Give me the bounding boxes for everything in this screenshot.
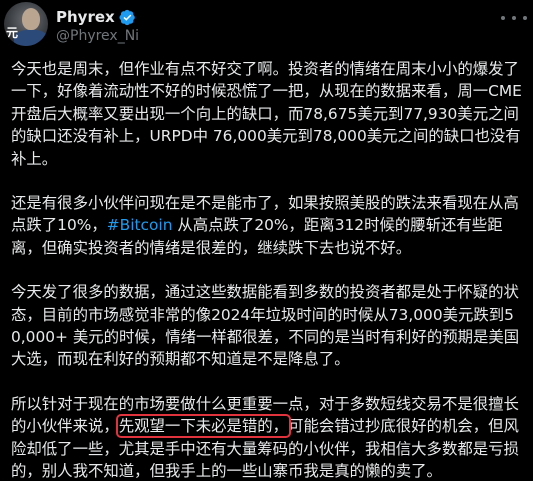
tweet-header: 元 Phyrex @Phyrex_Ni: [0, 0, 533, 52]
tweet-paragraph-4: 所以针对于现在的市场要做什么更重要一点，对于多数短线交易不是很擅长的小伙伴来说，…: [11, 393, 526, 481]
more-options-icon[interactable]: [501, 8, 527, 28]
tweet-paragraph-3: 今天发了很多的数据，通过这些数据能看到多数的投资者都是处于怀疑的状态，目前的市场…: [11, 283, 520, 369]
tweet-paragraph-1: 今天也是周末，但作业有点不好交了啊。投资者的情绪在周末小小的爆发了一下，好像着流…: [11, 60, 522, 168]
avatar-figure-body: [14, 30, 48, 46]
more-dot: [501, 16, 505, 20]
avatar[interactable]: 元: [4, 2, 48, 46]
author-handle[interactable]: @Phyrex_Ni: [56, 28, 139, 44]
author-name-row: Phyrex: [56, 7, 136, 27]
verified-badge-icon: [119, 9, 135, 25]
more-dot: [512, 16, 516, 20]
highlighted-phrase: 先观望一下未必是错的，: [115, 414, 292, 439]
more-dot: [523, 16, 527, 20]
author-name[interactable]: Phyrex: [56, 8, 115, 26]
tweet-text: 今天也是周末，但作业有点不好交了啊。投资者的情绪在周末小小的爆发了一下，好像着流…: [11, 58, 526, 481]
hashtag-bitcoin-link[interactable]: #Bitcoin: [107, 216, 173, 234]
avatar-text: 元: [6, 26, 18, 40]
avatar-figure-head: [22, 8, 40, 30]
tweet-paragraph-2: 还是有很多小伙伴问现在是不是能市了，如果按照美股的跌法来看现在从高点跌了10%，…: [11, 192, 526, 259]
